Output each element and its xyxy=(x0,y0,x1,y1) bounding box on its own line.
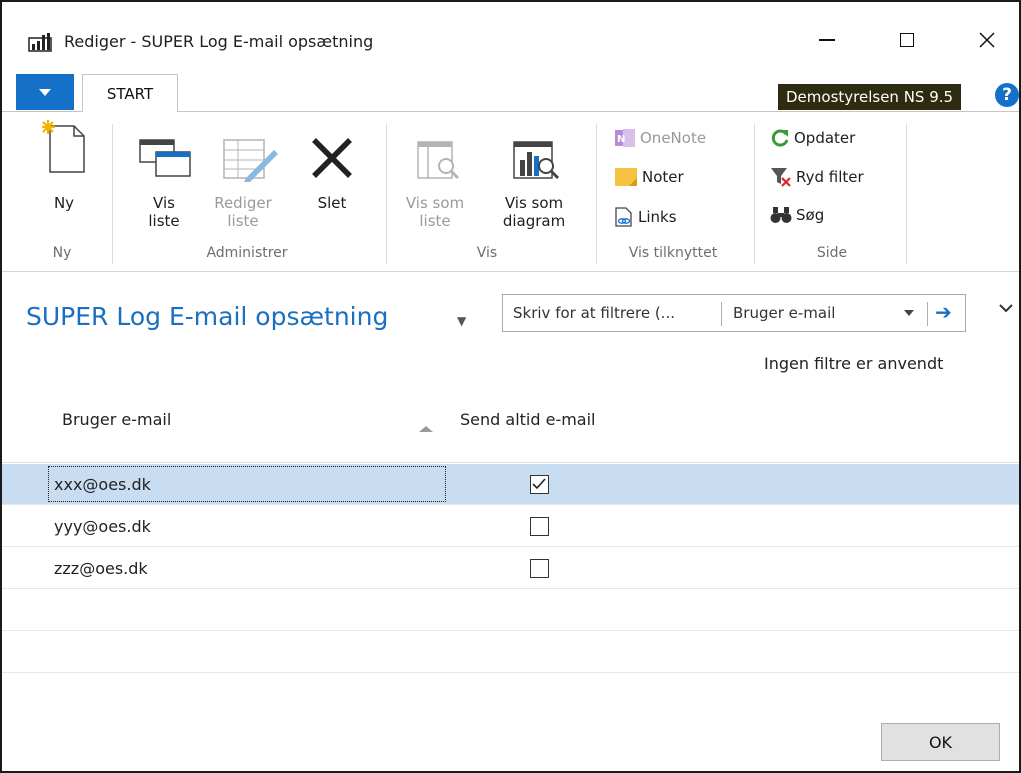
group-label-vis: Vis xyxy=(476,245,498,261)
edit-list-icon xyxy=(223,139,278,182)
checkmark-icon xyxy=(532,478,546,490)
ribbon: Ny Ny Vis liste Rediger liste Slet Admin… xyxy=(2,112,1019,272)
minimize-button[interactable] xyxy=(807,24,847,56)
search-label: Søg xyxy=(796,206,825,224)
send-always-checkbox[interactable] xyxy=(530,559,549,578)
window-title: Rediger - SUPER Log E-mail opsætning xyxy=(64,32,374,51)
filter-divider xyxy=(927,302,928,326)
group-separator xyxy=(906,124,907,264)
application-menu-button[interactable] xyxy=(16,74,74,110)
delete-label: Slet xyxy=(317,194,347,212)
app-logo-icon xyxy=(28,33,52,52)
view-list-label-2: liste xyxy=(148,212,180,230)
notes-label: Noter xyxy=(642,168,684,186)
edit-list-label-2: liste xyxy=(227,212,259,230)
refresh-button[interactable]: Opdater xyxy=(770,128,855,148)
filter-dropdown-icon[interactable] xyxy=(904,310,914,316)
maximize-button[interactable] xyxy=(887,24,927,56)
filter-divider xyxy=(721,302,722,326)
sort-ascending-icon xyxy=(419,426,433,432)
view-list-icon xyxy=(139,139,191,177)
ribbon-tab-strip: START Demostyrelsen NS 9.5 ? xyxy=(2,72,1019,112)
delete-button[interactable]: Slet xyxy=(302,118,362,218)
email-cell[interactable]: yyy@oes.dk xyxy=(54,517,151,536)
new-document-icon xyxy=(42,120,85,173)
note-icon xyxy=(615,168,637,186)
tab-start[interactable]: START xyxy=(82,74,178,112)
send-always-checkbox[interactable] xyxy=(530,475,549,494)
table-row[interactable]: zzz@oes.dk xyxy=(2,548,1019,589)
close-button[interactable] xyxy=(967,24,1007,56)
group-separator xyxy=(596,124,597,264)
edit-list-label-1: Rediger xyxy=(214,194,272,212)
filter-input[interactable]: Skriv for at filtrere (... xyxy=(513,304,675,322)
group-separator xyxy=(386,124,387,264)
table-row[interactable]: xxx@oes.dk xyxy=(2,464,1019,505)
ok-button[interactable]: OK xyxy=(881,723,1000,761)
refresh-icon xyxy=(771,129,789,147)
page-title[interactable]: SUPER Log E-mail opsætning xyxy=(26,302,388,331)
title-dropdown-icon[interactable]: ▼ xyxy=(457,314,466,328)
group-label-ny: Ny xyxy=(52,245,72,261)
onenote-button[interactable]: N OneNote xyxy=(614,128,706,148)
close-icon xyxy=(979,32,995,48)
link-icon xyxy=(615,207,632,227)
svg-text:N: N xyxy=(617,134,625,145)
show-as-list-label-1: Vis som xyxy=(405,194,465,212)
view-list-button[interactable]: Vis liste xyxy=(134,118,194,230)
links-label: Links xyxy=(638,208,677,226)
refresh-label: Opdater xyxy=(794,129,856,147)
show-as-chart-button[interactable]: Vis som diagram xyxy=(492,118,576,230)
help-icon[interactable]: ? xyxy=(995,83,1019,107)
minimize-icon xyxy=(819,39,835,41)
chevron-down-icon[interactable] xyxy=(998,302,1014,314)
onenote-label: OneNote xyxy=(640,129,707,147)
show-as-chart-icon xyxy=(513,141,560,180)
title-bar: Rediger - SUPER Log E-mail opsætning xyxy=(2,2,1019,66)
show-as-chart-label-1: Vis som xyxy=(504,194,564,212)
filter-box: Skriv for at filtrere (... Bruger e-mail… xyxy=(502,294,966,332)
table-row[interactable]: yyy@oes.dk xyxy=(2,506,1019,547)
clear-filter-label: Ryd filter xyxy=(796,168,864,186)
clear-filter-button[interactable]: Ryd filter xyxy=(770,166,864,188)
maximize-icon xyxy=(900,33,914,47)
empty-row xyxy=(2,590,1019,631)
notes-button[interactable]: Noter xyxy=(614,166,684,188)
dialog-window: Rediger - SUPER Log E-mail opsætning STA… xyxy=(0,0,1021,773)
show-as-list-icon xyxy=(417,141,460,180)
header-divider xyxy=(2,462,1019,463)
binoculars-icon xyxy=(770,207,792,223)
group-label-side: Side xyxy=(816,245,848,261)
show-as-chart-label-2: diagram xyxy=(502,212,566,230)
edit-list-button[interactable]: Rediger liste xyxy=(208,118,278,230)
group-label-vis-tilknyttet: Vis tilknyttet xyxy=(628,245,718,261)
group-separator xyxy=(754,124,755,264)
column-header-send-always[interactable]: Send altid e-mail xyxy=(460,410,596,429)
filter-field-select[interactable]: Bruger e-mail xyxy=(733,304,835,322)
show-as-list-label-2: liste xyxy=(419,212,451,230)
email-cell[interactable]: zzz@oes.dk xyxy=(54,559,148,578)
group-label-administrer: Administrer xyxy=(206,245,288,261)
email-cell[interactable]: xxx@oes.dk xyxy=(54,475,151,494)
dropdown-triangle-icon xyxy=(39,88,51,96)
search-button[interactable]: Søg xyxy=(770,206,824,224)
empty-row xyxy=(2,632,1019,673)
company-badge: Demostyrelsen NS 9.5 xyxy=(778,84,962,110)
view-list-label-1: Vis xyxy=(153,194,175,212)
new-button-label: Ny xyxy=(53,194,75,212)
delete-x-icon xyxy=(312,138,352,178)
column-header-email[interactable]: Bruger e-mail xyxy=(62,410,171,429)
clear-filter-icon xyxy=(771,168,791,187)
group-separator xyxy=(112,124,113,264)
send-always-checkbox[interactable] xyxy=(530,517,549,536)
show-as-list-button[interactable]: Vis som liste xyxy=(400,118,470,230)
filter-status-text: Ingen filtre er anvendt xyxy=(764,354,944,373)
apply-filter-arrow-icon[interactable]: ➔ xyxy=(935,300,952,324)
onenote-icon: N xyxy=(615,129,635,147)
new-button[interactable]: Ny xyxy=(42,118,86,218)
links-button[interactable]: Links xyxy=(614,206,677,228)
